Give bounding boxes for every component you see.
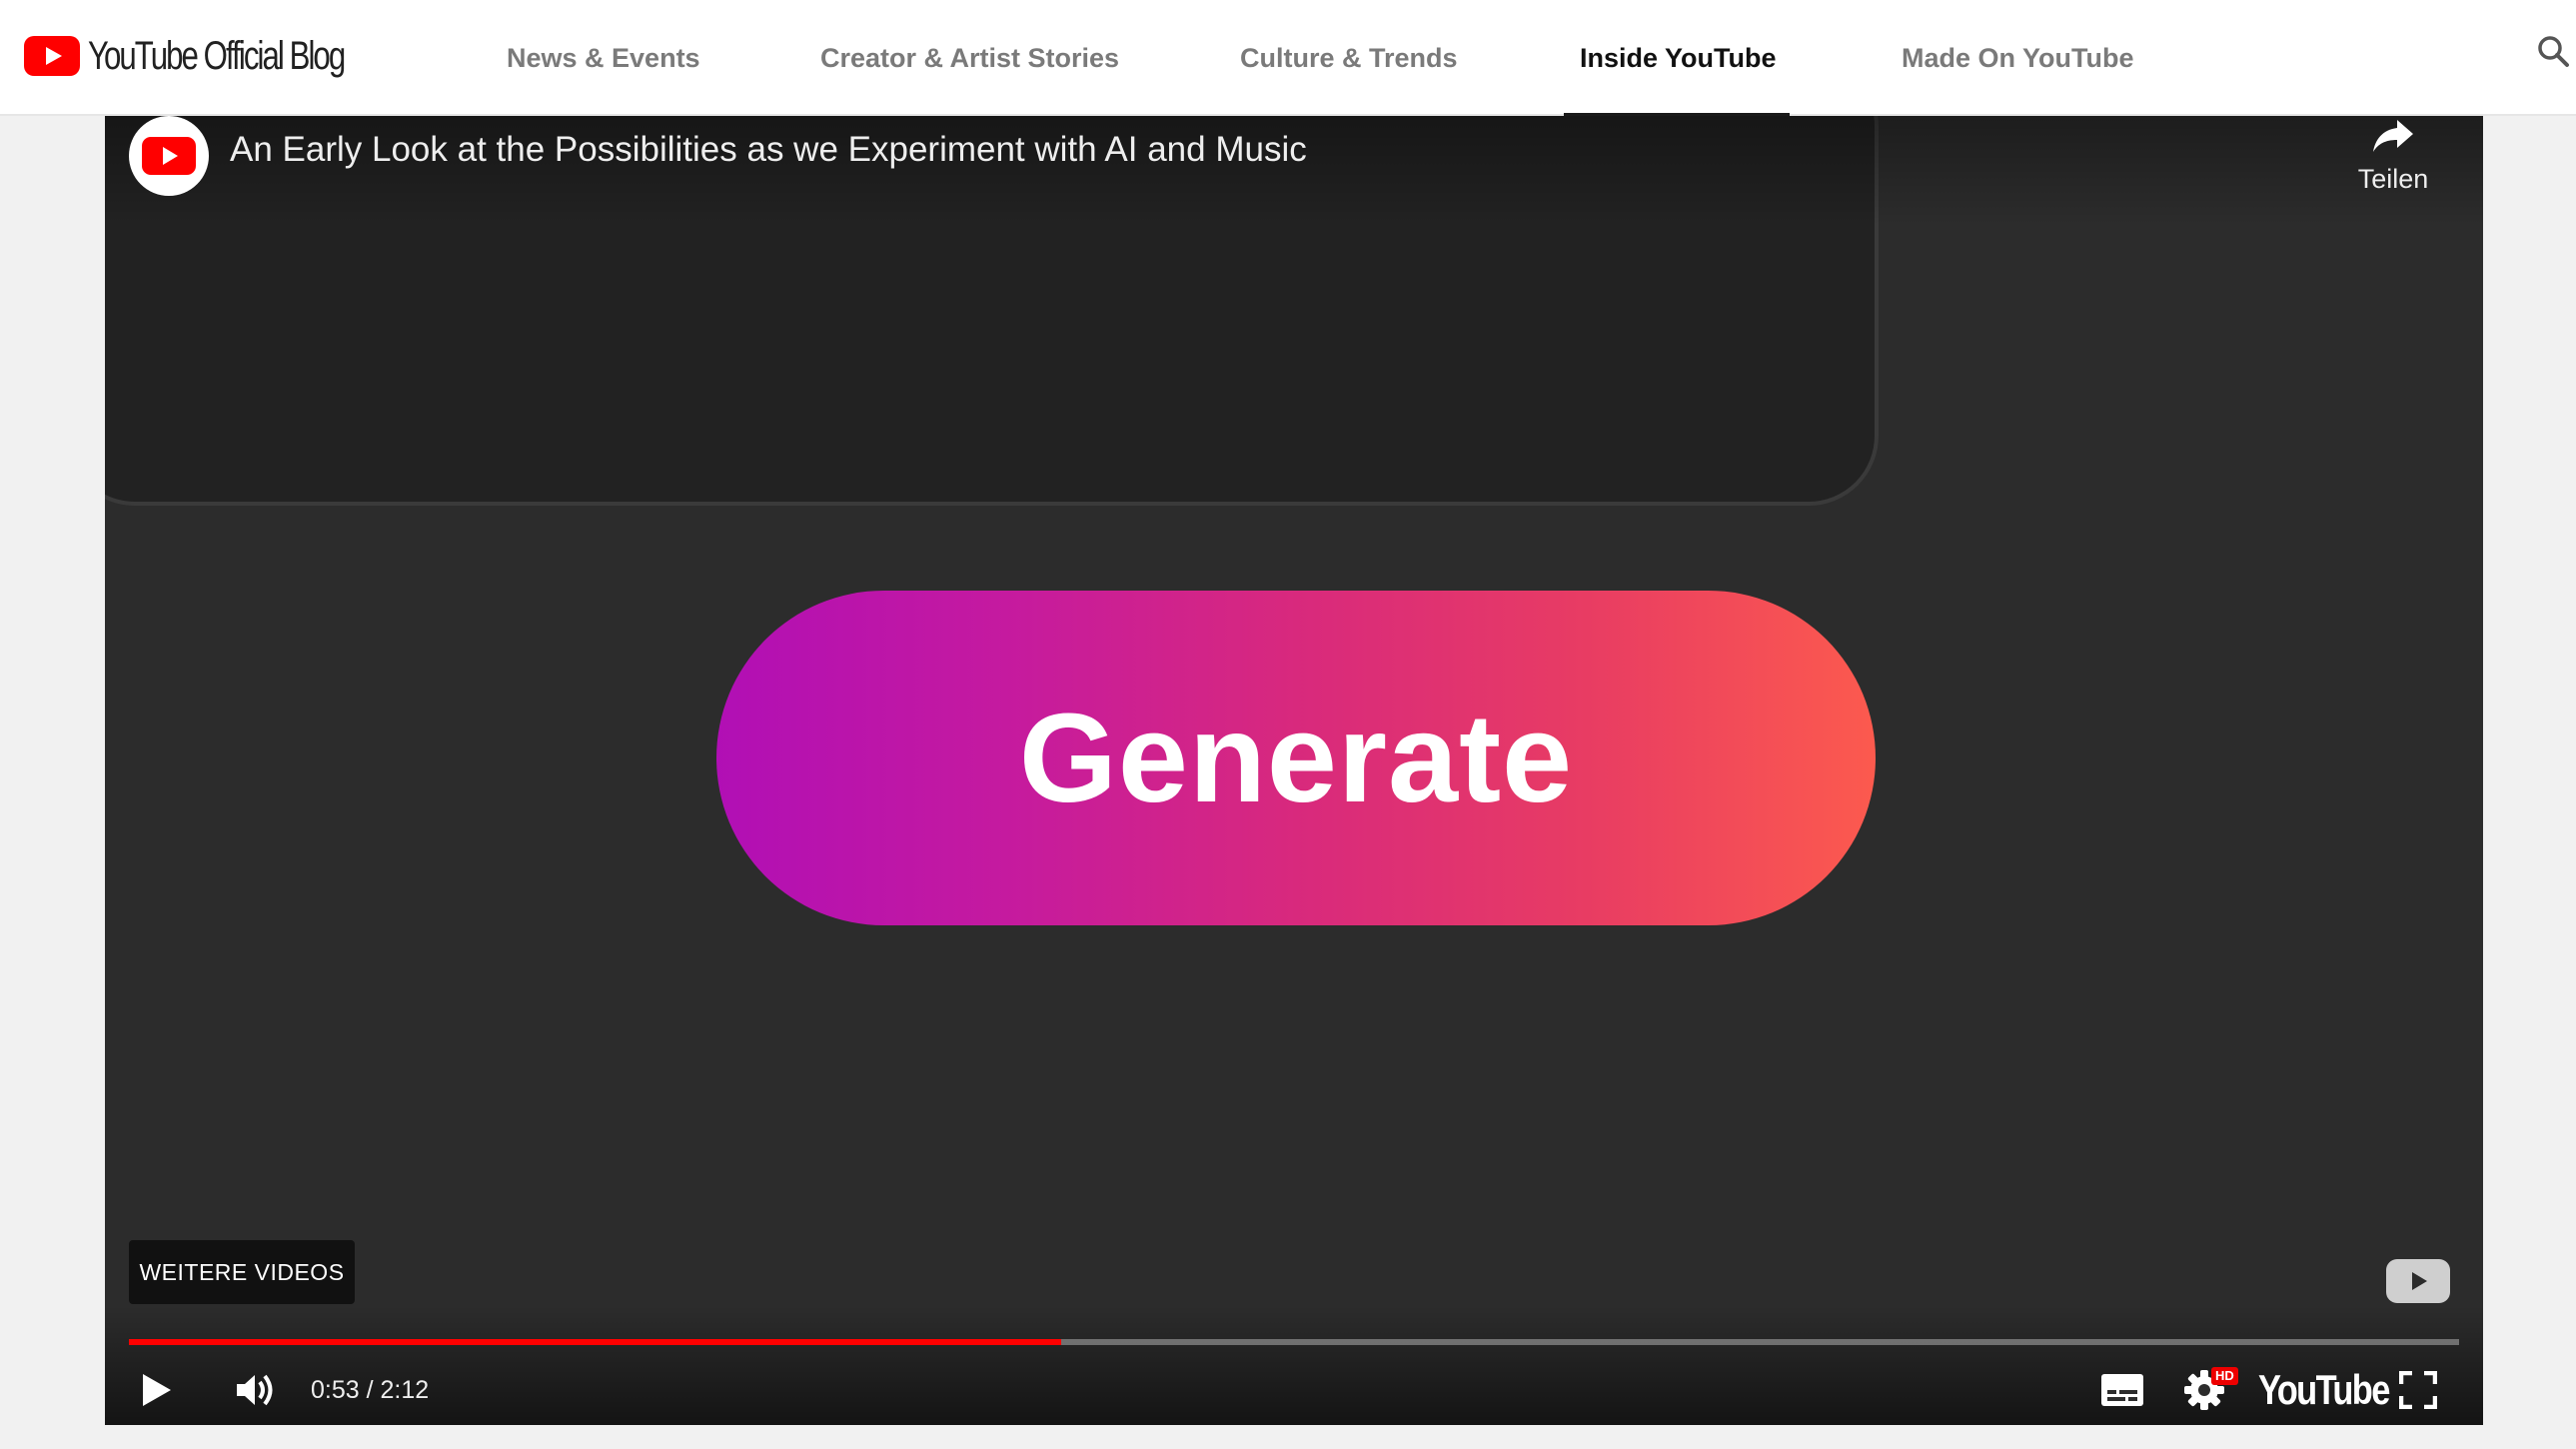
search-icon[interactable]	[2536, 30, 2572, 74]
nav-made-on-youtube[interactable]: Made On YouTube	[1902, 0, 2134, 116]
nav-news-events[interactable]: News & Events	[507, 0, 700, 116]
youtube-logo-icon	[24, 36, 80, 76]
channel-avatar[interactable]	[129, 116, 209, 196]
volume-icon[interactable]	[235, 1355, 281, 1425]
current-time: 0:53	[311, 1375, 360, 1404]
duration: 2:12	[380, 1375, 430, 1404]
site-logo[interactable]: YouTube Official Blog	[24, 24, 417, 88]
share-icon	[2373, 120, 2413, 152]
video-title[interactable]: An Early Look at the Possibilities as we…	[230, 130, 1307, 170]
youtube-channel-icon	[142, 137, 196, 175]
settings-icon[interactable]	[2183, 1355, 2225, 1425]
share-button[interactable]: Teilen	[2338, 116, 2448, 195]
generate-pill-graphic: Generate	[716, 591, 1876, 925]
fullscreen-icon[interactable]	[2399, 1355, 2437, 1425]
nav-inside-youtube[interactable]: Inside YouTube	[1580, 0, 1777, 116]
video-player[interactable]: An Early Look at the Possibilities as we…	[105, 116, 2483, 1425]
generate-text: Generate	[1018, 688, 1574, 828]
nav-creator-artist-stories[interactable]: Creator & Artist Stories	[820, 0, 1119, 116]
progress-bar[interactable]	[129, 1339, 2459, 1345]
play-icon[interactable]	[135, 1355, 175, 1425]
time-display: 0:53 / 2:12	[311, 1355, 429, 1425]
more-videos-button[interactable]: WEITERE VIDEOS	[129, 1240, 355, 1304]
hd-badge: HD	[2211, 1367, 2238, 1385]
subtitles-icon[interactable]	[2101, 1355, 2143, 1425]
youtube-wordmark[interactable]: YouTube	[2258, 1355, 2390, 1425]
youtube-play-icon[interactable]	[2386, 1259, 2450, 1308]
nav-culture-trends[interactable]: Culture & Trends	[1240, 0, 1458, 116]
progress-played	[129, 1339, 1061, 1345]
share-label: Teilen	[2357, 164, 2429, 194]
site-logo-text: YouTube Official Blog	[88, 33, 346, 78]
time-separator: /	[359, 1375, 381, 1404]
site-header: YouTube Official Blog News & Events Crea…	[0, 0, 2576, 117]
